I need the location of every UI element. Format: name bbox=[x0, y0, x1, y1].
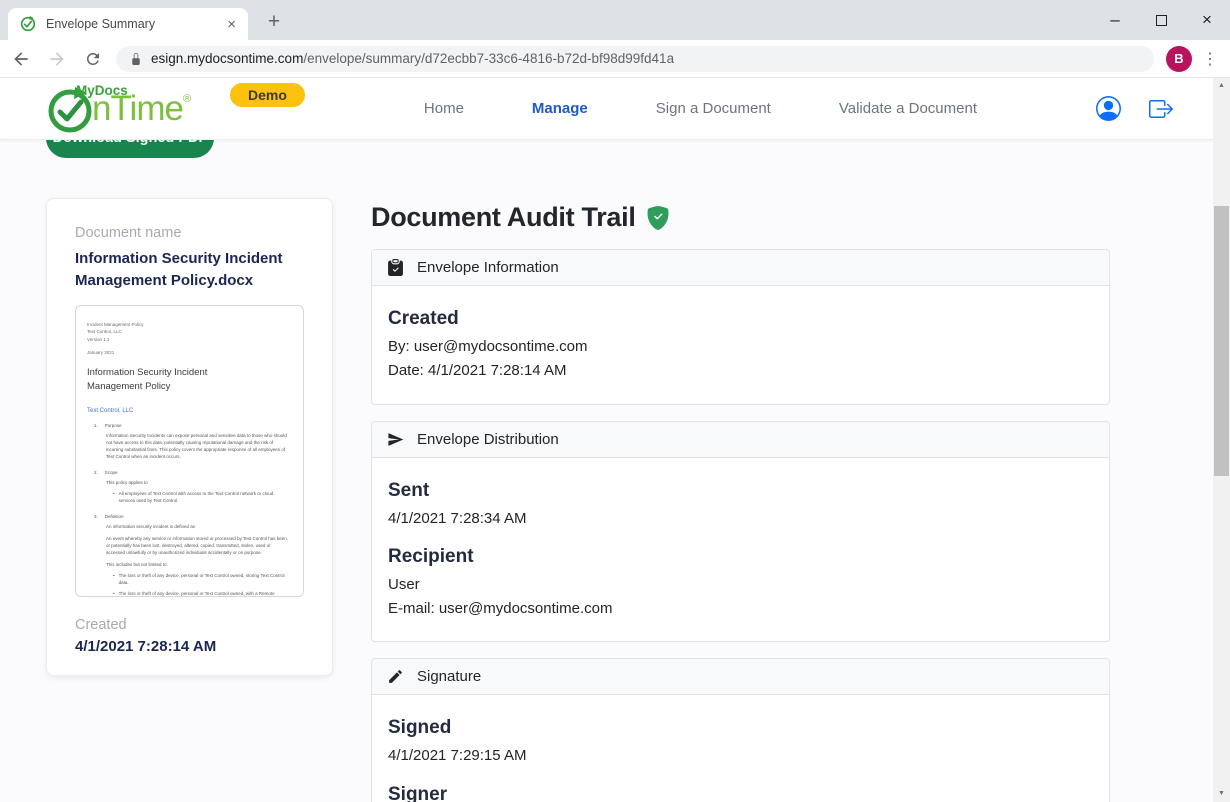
detail-line: 4/1/2021 7:28:34 AM bbox=[388, 508, 1093, 529]
nav-manage[interactable]: Manage bbox=[532, 100, 588, 117]
clipboard-check-icon bbox=[387, 259, 404, 276]
nav-sign-a-document[interactable]: Sign a Document bbox=[656, 100, 771, 117]
shield-check-icon bbox=[646, 206, 670, 230]
group-heading: Recipient bbox=[388, 546, 1093, 568]
created-value: 4/1/2021 7:28:14 AM bbox=[75, 638, 304, 655]
detail-line: E-mail: user@mydocsontime.com bbox=[388, 598, 1093, 619]
new-tab-button[interactable]: + bbox=[260, 9, 288, 37]
maximize-button[interactable] bbox=[1138, 0, 1184, 40]
pen-icon bbox=[387, 668, 404, 685]
address-bar: esign.mydocsontime.com/envelope/summary/… bbox=[0, 40, 1230, 78]
close-button[interactable]: × bbox=[1184, 0, 1230, 40]
preview-title: Information Security Incident Management… bbox=[87, 366, 257, 394]
forward-button[interactable] bbox=[42, 44, 72, 74]
demo-badge: Demo bbox=[230, 83, 305, 107]
preview-meta-line: Text Control, LLC bbox=[87, 328, 292, 336]
header-icons bbox=[1096, 96, 1173, 121]
section-title: Signature bbox=[417, 668, 481, 685]
created-label: Created bbox=[75, 617, 304, 633]
lock-icon bbox=[130, 52, 142, 66]
group-heading: Signed bbox=[388, 717, 1093, 739]
document-name: Information Security Incident Management… bbox=[75, 248, 304, 292]
document-summary-card: Document name Information Security Incid… bbox=[46, 198, 333, 676]
maximize-icon bbox=[1156, 15, 1167, 26]
window-controls: – × bbox=[1092, 0, 1230, 40]
nav-home[interactable]: Home bbox=[424, 100, 464, 117]
preview-paragraph: Information Security Incidents can expos… bbox=[87, 433, 292, 461]
nav-validate-a-document[interactable]: Validate a Document bbox=[839, 100, 977, 117]
page-scrollbar[interactable]: ▲ ▼ bbox=[1213, 78, 1230, 802]
signature-section: Signature Signed 4/1/2021 7:29:15 AM Sig… bbox=[371, 658, 1110, 802]
detail-line: Date: 4/1/2021 7:28:14 AM bbox=[388, 360, 1093, 381]
browser-menu-icon[interactable]: ⋮ bbox=[1198, 49, 1230, 69]
browser-tab[interactable]: Envelope Summary × bbox=[8, 8, 248, 40]
send-icon bbox=[387, 431, 404, 448]
section-title: Envelope Distribution bbox=[417, 431, 559, 448]
registered-mark: ® bbox=[183, 93, 190, 105]
reload-button[interactable] bbox=[78, 44, 108, 74]
preview-bullet: •The loss or theft of any device, person… bbox=[87, 573, 292, 587]
preview-company: Text Control, LLC bbox=[87, 408, 292, 414]
scroll-up-arrow[interactable]: ▲ bbox=[1213, 78, 1230, 94]
section-header: Envelope Distribution bbox=[372, 422, 1109, 458]
envelope-information-section: Envelope Information Created By: user@my… bbox=[371, 249, 1110, 405]
group-heading: Created bbox=[388, 308, 1093, 330]
back-button[interactable] bbox=[6, 44, 36, 74]
preview-meta-line: Incident Management Policy bbox=[87, 321, 292, 329]
page-content: Download Signed PDF MyDocs nTime® Demo H… bbox=[0, 78, 1213, 802]
detail-line: 4/1/2021 7:29:15 AM bbox=[388, 745, 1093, 766]
detail-line: User bbox=[388, 574, 1093, 595]
document-preview-thumbnail: Incident Management Policy Text Control,… bbox=[75, 305, 304, 597]
audit-trail-panel: Document Audit Trail Envelope Informatio… bbox=[371, 202, 1110, 802]
group-heading: Signer bbox=[388, 784, 1093, 802]
envelope-distribution-section: Envelope Distribution Sent 4/1/2021 7:28… bbox=[371, 421, 1110, 643]
preview-paragraph: This policy applies to bbox=[87, 480, 292, 487]
url-domain: esign.mydocsontime.com bbox=[151, 51, 303, 66]
site-favicon-icon bbox=[20, 16, 36, 32]
page-title: Document Audit Trail bbox=[371, 202, 636, 233]
url-field[interactable]: esign.mydocsontime.com/envelope/summary/… bbox=[116, 46, 1154, 72]
preview-bullet: •The loss or theft of any device, person… bbox=[87, 591, 292, 597]
mydocs-ontime-logo[interactable]: MyDocs nTime® bbox=[46, 78, 224, 140]
detail-line: By: user@mydocsontime.com bbox=[388, 336, 1093, 357]
preview-bullet: •All employees of Text Control with acce… bbox=[87, 491, 292, 505]
document-name-label: Document name bbox=[75, 225, 304, 241]
preview-section-heading: 3.Definition bbox=[87, 514, 292, 519]
browser-profile-avatar[interactable]: B bbox=[1166, 46, 1192, 72]
browser-tab-strip: Envelope Summary × + – × bbox=[0, 0, 1230, 40]
user-account-icon[interactable] bbox=[1096, 96, 1121, 121]
main-navigation: Home Manage Sign a Document Validate a D… bbox=[305, 100, 1096, 117]
logout-icon[interactable] bbox=[1149, 97, 1173, 121]
section-title: Envelope Information bbox=[417, 259, 559, 276]
tab-title: Envelope Summary bbox=[46, 17, 223, 31]
preview-paragraph: An event whereby any service or informat… bbox=[87, 536, 292, 557]
preview-date: January 2021 bbox=[87, 350, 292, 355]
scrollbar-thumb[interactable] bbox=[1214, 206, 1229, 476]
site-header: MyDocs nTime® Demo Home Manage Sign a Do… bbox=[0, 78, 1213, 140]
url-text: esign.mydocsontime.com/envelope/summary/… bbox=[151, 51, 674, 66]
tab-close-icon[interactable]: × bbox=[223, 16, 240, 33]
preview-paragraph: This includes but not limited to: bbox=[87, 562, 292, 569]
group-heading: Sent bbox=[388, 480, 1093, 502]
preview-section-heading: 2.Scope bbox=[87, 470, 292, 475]
logo-ontime-text: nTime® bbox=[92, 89, 190, 129]
preview-meta-line: Version 1.1 bbox=[87, 336, 292, 344]
preview-section-heading: 1.Purpose bbox=[87, 423, 292, 428]
minimize-button[interactable]: – bbox=[1092, 0, 1138, 40]
scroll-down-arrow[interactable]: ▼ bbox=[1213, 786, 1230, 802]
url-path: /envelope/summary/d72ecbb7-33c6-4816-b72… bbox=[303, 51, 674, 66]
section-header: Envelope Information bbox=[372, 250, 1109, 286]
preview-paragraph: An information security incident is defi… bbox=[87, 524, 292, 531]
section-header: Signature bbox=[372, 659, 1109, 695]
